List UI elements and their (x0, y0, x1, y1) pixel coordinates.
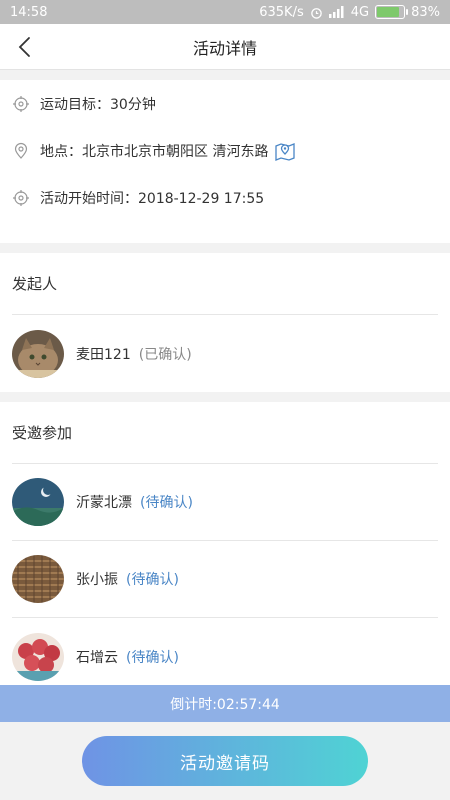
page-title: 活动详情 (192, 38, 257, 58)
invited-title: 受邀参加 (12, 402, 438, 464)
initiator-title: 发起人 (12, 253, 438, 315)
avatar (12, 632, 64, 681)
list-item[interactable]: 张小振 (待确认) (12, 541, 438, 618)
status-badge: (待确认) (126, 649, 179, 666)
start-time-text: 活动开始时间：2018-12-29 17:55 (40, 190, 265, 207)
battery-icon (375, 5, 409, 19)
avatar (12, 329, 64, 378)
list-item[interactable]: 石增云 (待确认) (12, 618, 438, 695)
nav-bar: 活动详情 (0, 24, 450, 70)
chevron-left-icon[interactable] (14, 35, 38, 59)
alarm-icon (310, 7, 322, 19)
avatar (12, 478, 64, 526)
target-icon (13, 189, 29, 206)
start-time-row: 活动开始时间：2018-12-29 17:55 (12, 174, 438, 221)
status-badge: (待确认) (140, 495, 193, 511)
list-item[interactable]: 麦田121 (已确认) (12, 315, 438, 392)
person-name: 石增云 (76, 649, 118, 666)
person-name: 张小振 (76, 572, 118, 588)
invited-section: 受邀参加 沂蒙北漂 (待确认) 张小振 (待确认) 石增云 (待确认) (0, 402, 450, 695)
signal-icon (328, 6, 344, 18)
location-text: 地点：北京市北京市朝阳区 清河东路 (40, 143, 269, 160)
target-icon (13, 95, 29, 112)
network-type: 4G (350, 4, 370, 20)
initiator-section: 发起人 麦田121 (已确认) (0, 253, 450, 392)
status-badge: (已确认) (138, 346, 192, 363)
goal-row: 运动目标：30分钟 (12, 80, 438, 127)
location-pin-icon (14, 142, 28, 159)
list-item[interactable]: 沂蒙北漂 (待确认) (12, 464, 438, 541)
status-badge: (待确认) (126, 572, 179, 588)
goal-text: 运动目标：30分钟 (40, 96, 156, 113)
person-name: 麦田121 (76, 346, 131, 363)
battery-percent: 83% (411, 4, 440, 20)
status-time: 14:58 (10, 4, 48, 20)
net-speed: 635K/s (259, 4, 304, 20)
countdown-bar: 倒计时:02:57:44 (0, 685, 450, 722)
invite-code-button[interactable]: 活动邀请码 (82, 736, 368, 786)
location-row: 地点：北京市北京市朝阳区 清河东路 (12, 127, 438, 174)
status-indicators: 635K/s 4G 83% (259, 5, 440, 20)
activity-info-card: 运动目标：30分钟 地点：北京市北京市朝阳区 清河东路 活动开始时间：2018-… (0, 80, 450, 243)
avatar (12, 555, 64, 603)
map-icon[interactable] (274, 140, 296, 162)
person-name: 沂蒙北漂 (76, 495, 132, 511)
status-bar: 14:58 635K/s 4G 83% (0, 0, 450, 24)
